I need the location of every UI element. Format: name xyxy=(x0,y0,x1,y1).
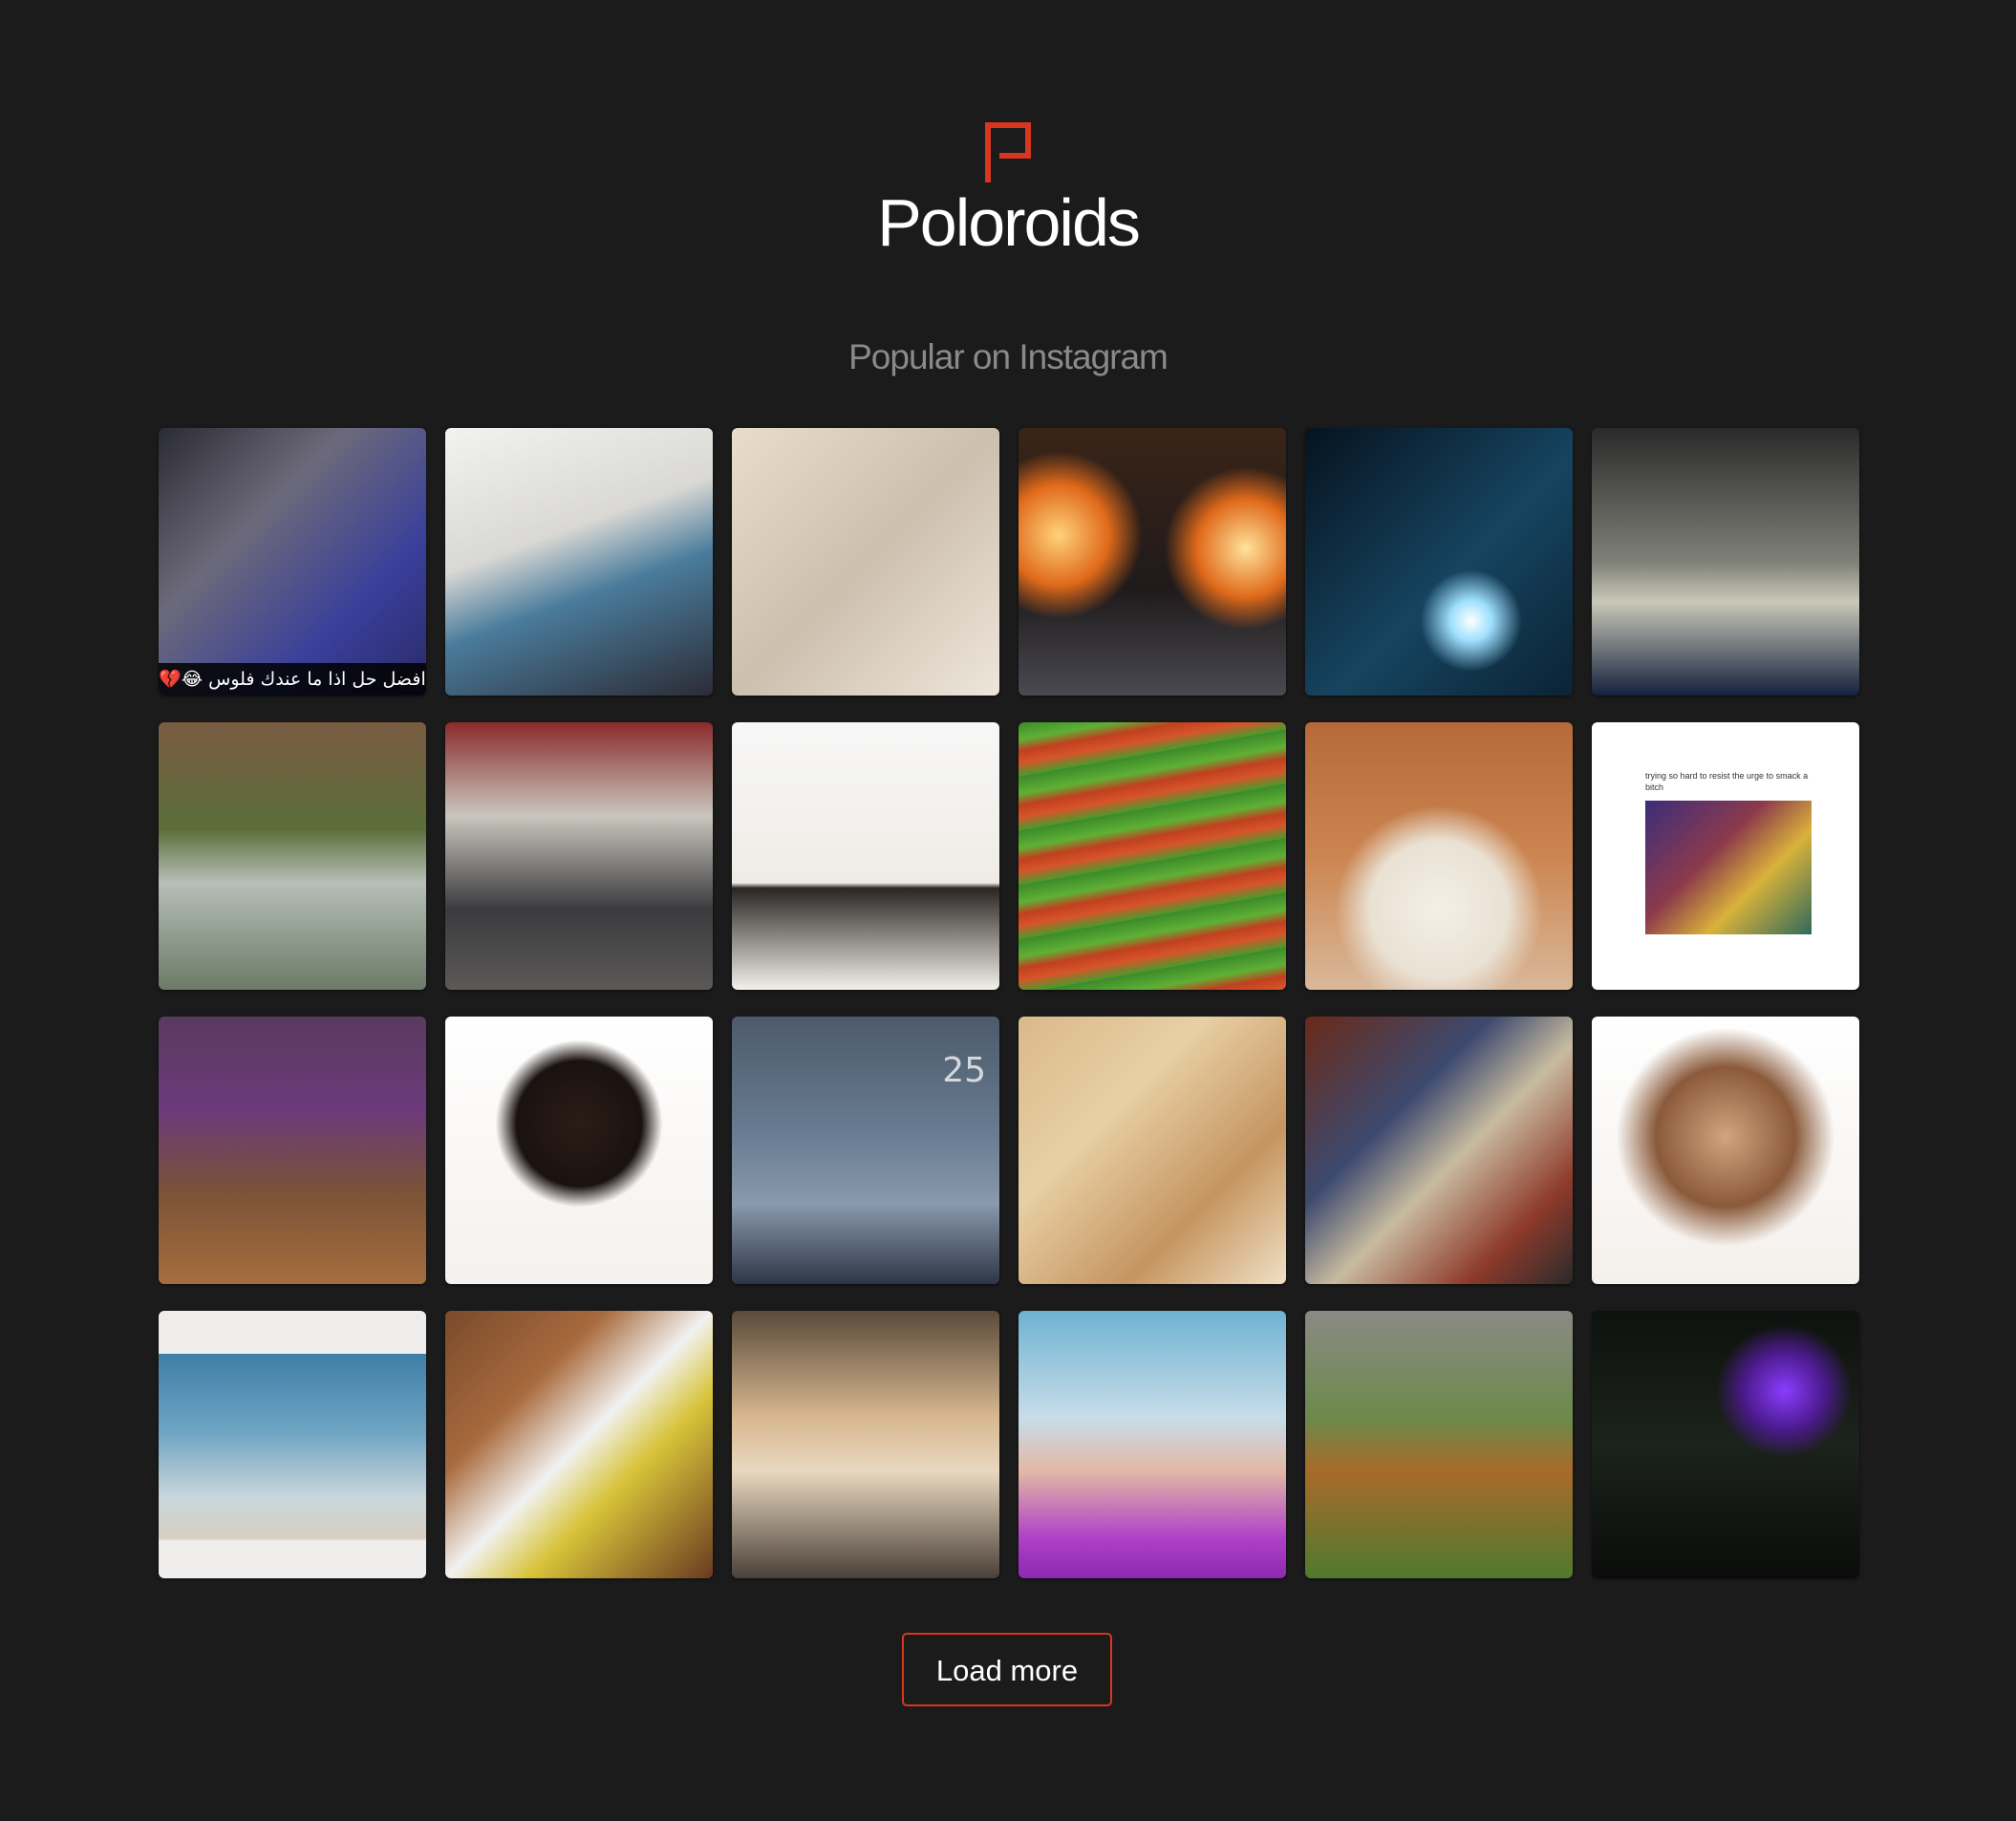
photo-tile[interactable] xyxy=(1592,1311,1859,1578)
brand-title: Poloroids xyxy=(877,185,1141,260)
photo-thumbnail xyxy=(732,722,999,990)
photo-thumbnail xyxy=(1019,1311,1286,1578)
photo-tile[interactable]: افضل حل اذا ما عندك فلوس 😂💔 xyxy=(159,428,426,696)
photo-thumbnail xyxy=(1592,428,1859,696)
photo-tile[interactable] xyxy=(1019,1311,1286,1578)
photo-tile[interactable] xyxy=(159,1017,426,1284)
photo-tile[interactable] xyxy=(1592,1017,1859,1284)
photo-tile[interactable] xyxy=(159,1311,426,1578)
photo-thumbnail xyxy=(1305,722,1573,990)
photo-thumbnail xyxy=(1305,428,1573,696)
photo-thumbnail xyxy=(732,428,999,696)
photo-tile[interactable] xyxy=(1019,428,1286,696)
photo-thumbnail xyxy=(159,1017,426,1284)
photo-thumbnail xyxy=(1592,1017,1859,1284)
photo-thumbnail xyxy=(445,428,713,696)
photo-caption: افضل حل اذا ما عندك فلوس 😂💔 xyxy=(159,663,426,696)
photo-tile[interactable] xyxy=(445,722,713,990)
photo-thumbnail xyxy=(445,1311,713,1578)
photo-tile[interactable] xyxy=(1592,428,1859,696)
photo-thumbnail xyxy=(445,1017,713,1284)
photo-thumbnail xyxy=(159,428,426,696)
photo-tile[interactable] xyxy=(159,722,426,990)
photo-thumbnail xyxy=(1592,1311,1859,1578)
photo-thumbnail xyxy=(159,1311,426,1578)
photo-thumbnail xyxy=(732,1311,999,1578)
photo-tile[interactable]: trying so hard to resist the urge to sma… xyxy=(1592,722,1859,990)
photo-overlay-number: 25 xyxy=(942,1051,986,1090)
photo-thumbnail xyxy=(159,722,426,990)
photo-grid: افضل حل اذا ما عندك فلوس 😂💔 trying so har… xyxy=(159,428,1860,1578)
meme-illustration xyxy=(1645,801,1812,934)
photo-tile[interactable] xyxy=(1305,1017,1573,1284)
photo-tile[interactable] xyxy=(1019,722,1286,990)
photo-tile[interactable] xyxy=(732,1311,999,1578)
poloroids-logo-icon xyxy=(985,122,1031,182)
photo-tile[interactable] xyxy=(445,428,713,696)
photo-tile[interactable]: 25 xyxy=(732,1017,999,1284)
photo-tile[interactable] xyxy=(1305,1311,1573,1578)
load-more-button[interactable]: Load more xyxy=(902,1633,1112,1706)
photo-tile[interactable] xyxy=(1305,428,1573,696)
page-subtitle: Popular on Instagram xyxy=(848,337,1169,376)
meme-text: trying so hard to resist the urge to sma… xyxy=(1645,771,1809,792)
photo-tile[interactable] xyxy=(732,428,999,696)
photo-tile[interactable] xyxy=(1019,1017,1286,1284)
photo-tile[interactable] xyxy=(445,1311,713,1578)
photo-thumbnail xyxy=(1019,1017,1286,1284)
photo-thumbnail xyxy=(445,722,713,990)
photo-tile[interactable] xyxy=(732,722,999,990)
photo-thumbnail xyxy=(1019,428,1286,696)
photo-tile[interactable] xyxy=(1305,722,1573,990)
photo-thumbnail xyxy=(1019,722,1286,990)
photo-thumbnail xyxy=(1305,1017,1573,1284)
photo-tile[interactable] xyxy=(445,1017,713,1284)
photo-thumbnail xyxy=(1305,1311,1573,1578)
